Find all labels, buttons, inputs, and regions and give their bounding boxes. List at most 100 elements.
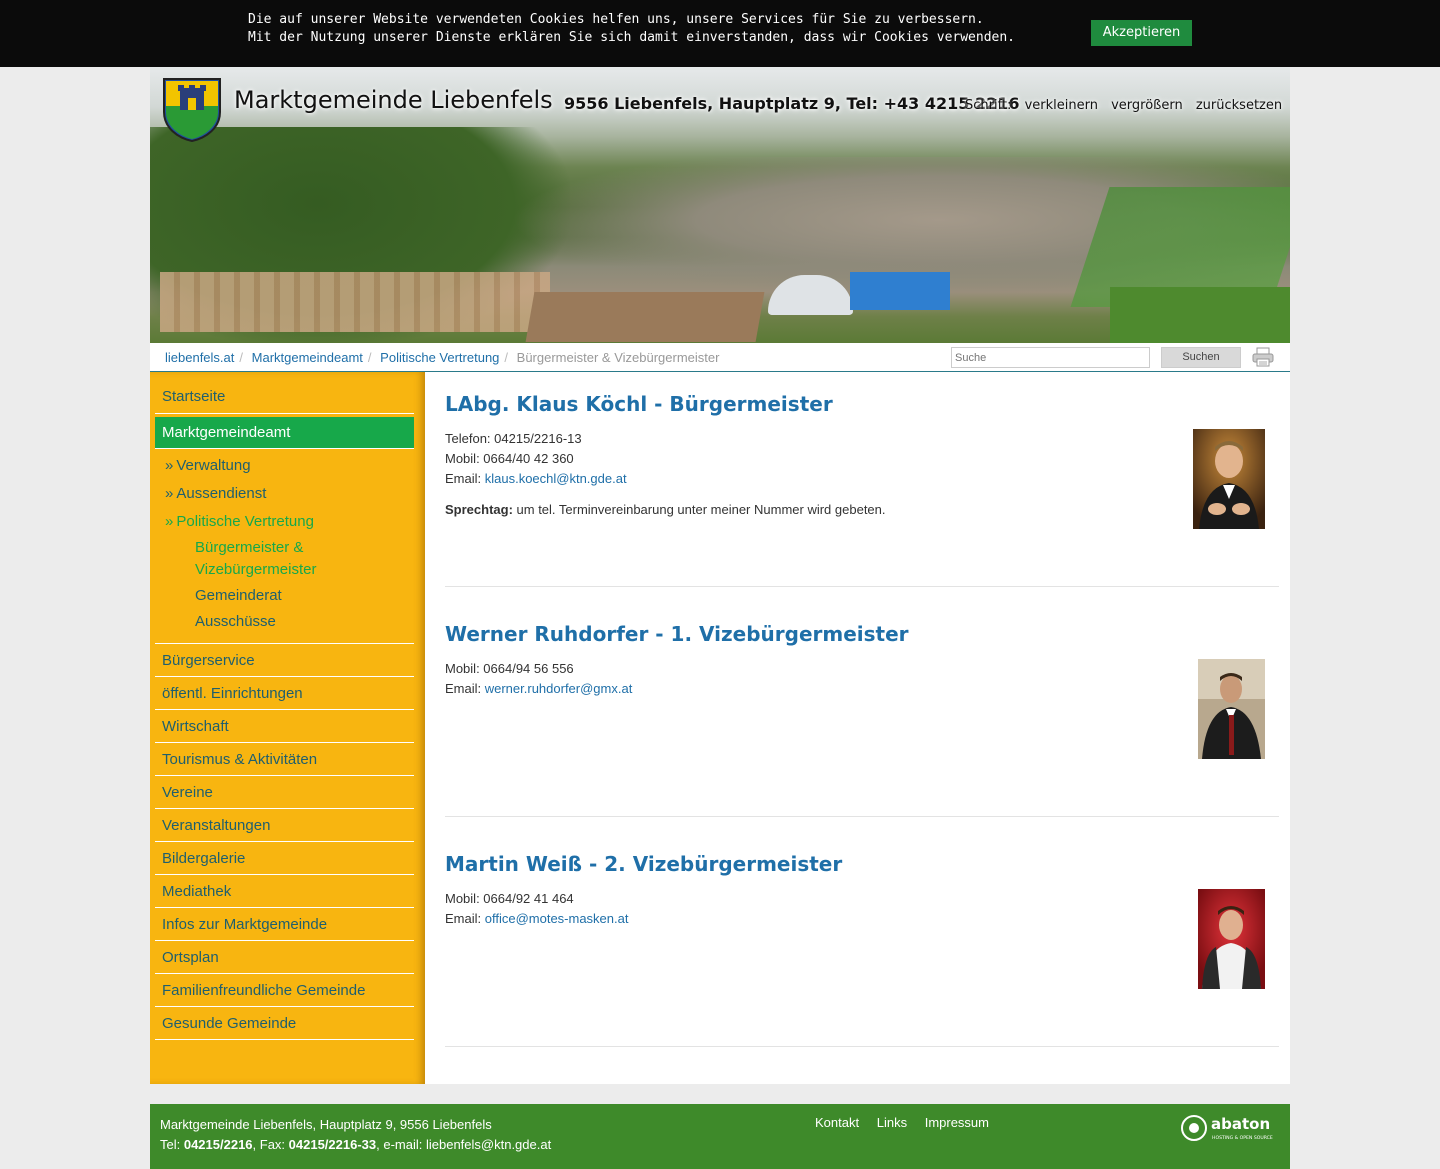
coat-of-arms-icon[interactable] (160, 76, 224, 142)
tel-label: Tel: (160, 1137, 184, 1152)
font-bigger-link[interactable]: vergrößern (1111, 98, 1183, 113)
breadcrumb-politische-vertretung[interactable]: Politische Vertretung (380, 350, 499, 365)
nav-gemeinderat[interactable]: Gemeinderat (155, 585, 414, 607)
nav-aussendienst[interactable]: » Aussendienst (155, 479, 414, 507)
accept-cookies-button[interactable]: Akzeptieren (1091, 20, 1192, 46)
footer-contact-line: Tel: 04215/2216, Fax: 04215/2216-33, e-m… (160, 1135, 551, 1155)
person-mobile: Mobil: 0664/94 56 556 (445, 661, 574, 676)
fax-label: , Fax: (252, 1137, 289, 1152)
nav-oeffentl-einrichtungen[interactable]: öffentl. Einrichtungen (155, 677, 414, 710)
nav-familienfreundlich[interactable]: Familienfreundliche Gemeinde (155, 974, 414, 1007)
nav-wirtschaft[interactable]: Wirtschaft (155, 710, 414, 743)
chevron-right-icon: » (165, 513, 174, 530)
footer-email-link[interactable]: liebenfels@ktn.gde.at (426, 1137, 551, 1152)
nav-ortsplan[interactable]: Ortsplan (155, 941, 414, 974)
email-label: Email: (445, 911, 485, 926)
font-size-controls: Schrift: verkleinern vergrößern zurückse… (965, 98, 1290, 113)
footer-link-links[interactable]: Links (877, 1115, 907, 1130)
nav-startseite[interactable]: Startseite (155, 378, 414, 414)
chevron-right-icon: » (165, 457, 174, 474)
email-label: , e-mail: (376, 1137, 426, 1152)
breadcrumb-current: Bürgermeister & Vizebürgermeister (516, 350, 720, 365)
email-label: Email: (445, 681, 485, 696)
person-name: Werner Ruhdorfer - 1. Vizebürgermeister (445, 622, 909, 646)
search-input[interactable] (951, 347, 1150, 368)
breadcrumb-marktgemeindeamt[interactable]: Marktgemeindeamt (252, 350, 363, 365)
footer-tel: 04215/2216 (183, 1137, 253, 1152)
cookie-bar: Die auf unserer Website verwendeten Cook… (0, 0, 1440, 67)
banner-green-field (1110, 287, 1290, 343)
person-phone: Telefon: 04215/2216-13 (445, 431, 582, 446)
breadcrumb-separator: / (367, 350, 372, 365)
person-photo (1198, 889, 1265, 989)
footer-fax: 04215/2216-33 (288, 1137, 377, 1152)
banner-brown-field (525, 292, 765, 342)
font-size-label: Schrift: (965, 98, 1012, 113)
nav-ausschuesse[interactable]: Ausschüsse (155, 611, 414, 633)
nav-politische-vertretung[interactable]: » Politische Vertretung (155, 507, 414, 535)
person-sprechtag: Sprechtag: um tel. Terminvereinbarung un… (445, 500, 1279, 520)
nav-veranstaltungen[interactable]: Veranstaltungen (155, 809, 414, 842)
person-card: Martin Weiß - 2. Vizebürgermeister Mobil… (445, 852, 1279, 1047)
nav-verwaltung[interactable]: » Verwaltung (155, 451, 414, 479)
person-card: LAbg. Klaus Köchl - Bürgermeister Telefo… (445, 392, 1279, 587)
email-label: Email: (445, 471, 485, 486)
person-email-link[interactable]: klaus.koechl@ktn.gde.at (485, 471, 627, 486)
person-name: LAbg. Klaus Köchl - Bürgermeister (445, 392, 833, 416)
person-email-row: Email: werner.ruhdorfer@gmx.at (445, 679, 1279, 699)
nav-bildergalerie[interactable]: Bildergalerie (155, 842, 414, 875)
nav-verwaltung-label: Verwaltung (176, 457, 251, 474)
sidebar: Startseite Marktgemeindeamt » Verwaltung … (150, 372, 425, 1084)
footer-address: Marktgemeinde Liebenfels, Hauptplatz 9, … (160, 1117, 492, 1132)
abaton-logo-text: abaton (1211, 1115, 1270, 1133)
cookie-line-2: Mit der Nutzung unserer Dienste erklären… (248, 30, 1016, 45)
nav-politische-vertretung-label: Politische Vertretung (176, 513, 314, 530)
chevron-right-icon: » (165, 485, 174, 502)
font-reset-link[interactable]: zurücksetzen (1196, 98, 1282, 113)
footer-link-kontakt[interactable]: Kontakt (815, 1115, 859, 1130)
person-email-link[interactable]: office@motes-masken.at (485, 911, 629, 926)
person-card: Werner Ruhdorfer - 1. Vizebürgermeister … (445, 622, 1279, 817)
person-mobile: Mobil: 0664/40 42 360 (445, 451, 574, 466)
nav-gesunde-gemeinde[interactable]: Gesunde Gemeinde (155, 1007, 414, 1040)
header-banner: Marktgemeinde Liebenfels 9556 Liebenfels… (150, 67, 1290, 343)
footer-link-impressum[interactable]: Impressum (925, 1115, 989, 1130)
abaton-logo-subtext: HOSTING & OPEN SOURCE (1212, 1135, 1273, 1141)
nav-infos[interactable]: Infos zur Marktgemeinde (155, 908, 414, 941)
nav-mediathek[interactable]: Mediathek (155, 875, 414, 908)
nav-aussendienst-label: Aussendienst (176, 485, 267, 502)
person-mobile: Mobil: 0664/92 41 464 (445, 891, 574, 906)
page-container: Marktgemeinde Liebenfels 9556 Liebenfels… (150, 67, 1290, 1084)
person-name: Martin Weiß - 2. Vizebürgermeister (445, 852, 843, 876)
abaton-logo[interactable]: abaton HOSTING & OPEN SOURCE (1181, 1114, 1281, 1144)
sprechtag-label: Sprechtag: (445, 502, 513, 517)
print-icon[interactable] (1252, 347, 1274, 367)
footer-contact: Marktgemeinde Liebenfels, Hauptplatz 9, … (160, 1115, 551, 1155)
main-navigation: Startseite Marktgemeindeamt » Verwaltung … (155, 378, 414, 1040)
breadcrumb: liebenfels.at / Marktgemeindeamt / Politis… (165, 350, 719, 365)
header-address: 9556 Liebenfels, Hauptplatz 9, Tel: +43 … (564, 94, 1020, 113)
footer-links: Kontakt Links Impressum (815, 1115, 1003, 1130)
search-button[interactable]: Suchen (1161, 347, 1241, 368)
nav-buergerservice[interactable]: Bürgerservice (155, 644, 414, 677)
banner-blue-building (850, 272, 950, 310)
nav-submenu: » Verwaltung » Aussendienst » Politische Ve… (155, 449, 414, 644)
footer: Marktgemeinde Liebenfels, Hauptplatz 9, … (150, 1104, 1290, 1169)
breadcrumb-bar: liebenfels.at / Marktgemeindeamt / Politis… (150, 343, 1290, 372)
cookie-message: Die auf unserer Website verwendeten Cook… (248, 11, 1015, 47)
nav-vereine[interactable]: Vereine (155, 776, 414, 809)
person-email-link[interactable]: werner.ruhdorfer@gmx.at (485, 681, 633, 696)
person-photo (1193, 429, 1265, 529)
nav-buergermeister[interactable]: Bürgermeister & Vizebürgermeister (155, 537, 355, 581)
banner-lumberyard (160, 272, 550, 332)
font-smaller-link[interactable]: verkleinern (1025, 98, 1098, 113)
site-title[interactable]: Marktgemeinde Liebenfels (234, 86, 553, 114)
breadcrumb-home[interactable]: liebenfels.at (165, 350, 234, 365)
cookie-line-1: Die auf unserer Website verwendeten Cook… (248, 12, 984, 27)
breadcrumb-separator: / (239, 350, 244, 365)
breadcrumb-separator: / (504, 350, 509, 365)
nav-tourismus[interactable]: Tourismus & Aktivitäten (155, 743, 414, 776)
person-email-row: Email: office@motes-masken.at (445, 909, 1279, 929)
person-photo (1198, 659, 1265, 759)
nav-marktgemeindeamt[interactable]: Marktgemeindeamt (155, 417, 414, 449)
